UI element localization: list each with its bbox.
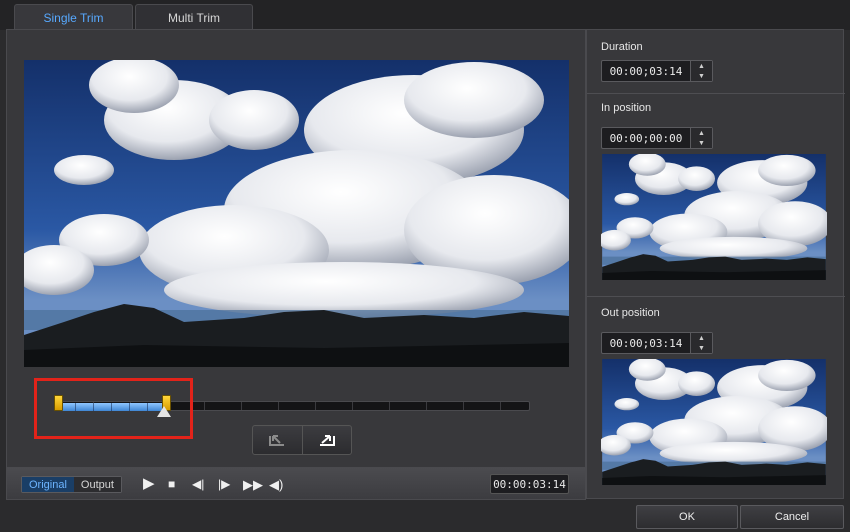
original-toggle[interactable]: Original	[22, 477, 74, 492]
in-position-stepper[interactable]: ▲ ▼	[690, 128, 712, 148]
duration-label: Duration	[601, 41, 643, 53]
out-position-thumbnail	[601, 359, 827, 485]
in-position-field[interactable]: 00:00;00:00 ▲ ▼	[601, 127, 713, 149]
play-icon[interactable]: ▶	[143, 475, 155, 492]
fast-forward-icon[interactable]: ▶▶	[243, 476, 263, 493]
arrow-up-icon[interactable]: ▲	[691, 61, 712, 71]
duration-field[interactable]: 00:00;03:14 ▲ ▼	[601, 60, 713, 82]
out-position-label: Out position	[601, 307, 660, 319]
mark-in-button[interactable]	[253, 426, 303, 454]
arrow-up-icon[interactable]: ▲	[691, 128, 712, 138]
annotation-highlight-box	[34, 378, 193, 439]
arrow-down-icon[interactable]: ▼	[691, 343, 712, 353]
arrow-down-icon[interactable]: ▼	[691, 71, 712, 81]
tab-bar: Single Trim Multi Trim	[0, 0, 850, 30]
in-position-value[interactable]: 00:00;00:00	[602, 128, 690, 148]
duration-value[interactable]: 00:00;03:14	[602, 61, 690, 81]
playback-timecode: 00:00:03:14	[490, 474, 569, 494]
preview-mode-toggle: Original Output	[21, 476, 122, 493]
mark-in-icon	[269, 435, 285, 446]
video-preview	[24, 60, 569, 367]
next-frame-icon[interactable]: |▶	[218, 476, 230, 493]
out-position-value[interactable]: 00:00;03:14	[602, 333, 690, 353]
previous-frame-icon[interactable]: ◀|	[192, 476, 204, 493]
mark-out-button[interactable]	[303, 426, 352, 454]
output-toggle[interactable]: Output	[73, 477, 121, 492]
tab-single-trim[interactable]: Single Trim	[14, 4, 133, 30]
stop-icon[interactable]: ■	[168, 476, 175, 493]
volume-icon[interactable]: ◀)	[269, 476, 283, 493]
trim-side-panel: Duration 00:00;03:14 ▲ ▼ In position 00:0…	[586, 29, 845, 499]
cancel-button[interactable]: Cancel	[740, 505, 844, 529]
mark-out-icon	[319, 435, 335, 446]
divider	[587, 296, 845, 297]
in-position-label: In position	[601, 102, 652, 114]
ok-button[interactable]: OK	[636, 505, 738, 529]
arrow-down-icon[interactable]: ▼	[691, 138, 712, 148]
playback-controls: Original Output ▶ ■ ◀| |▶ ▶▶ ◀) 00:00:03…	[6, 467, 586, 500]
out-position-field[interactable]: 00:00;03:14 ▲ ▼	[601, 332, 713, 354]
tab-multi-trim[interactable]: Multi Trim	[135, 4, 253, 30]
out-position-stepper[interactable]: ▲ ▼	[690, 333, 712, 353]
arrow-up-icon[interactable]: ▲	[691, 333, 712, 343]
divider	[587, 93, 845, 94]
in-position-thumbnail	[601, 154, 827, 280]
mark-button-group	[252, 425, 352, 455]
duration-stepper[interactable]: ▲ ▼	[690, 61, 712, 81]
